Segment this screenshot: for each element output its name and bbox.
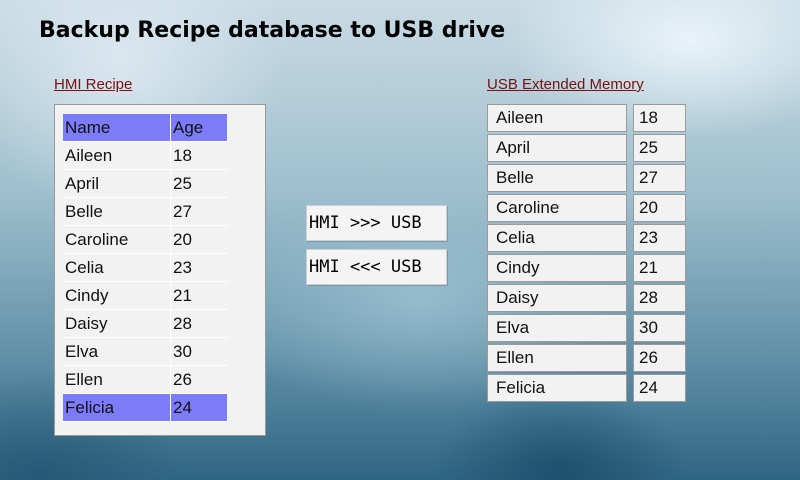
- cell-age: 28: [171, 310, 227, 338]
- usb-age-field[interactable]: 28: [633, 284, 686, 312]
- table-row[interactable]: April 25: [63, 170, 229, 198]
- usb-name-field[interactable]: Cindy: [487, 254, 627, 282]
- usb-extended-memory-link[interactable]: USB Extended Memory: [487, 76, 644, 93]
- table-row[interactable]: Daisy 28: [63, 310, 229, 338]
- cell-age: 18: [171, 142, 227, 170]
- cell-age: 24: [171, 394, 227, 422]
- usb-name-field[interactable]: April: [487, 134, 627, 162]
- usb-name-field[interactable]: Ellen: [487, 344, 627, 372]
- usb-age-field[interactable]: 26: [633, 344, 686, 372]
- usb-name-field[interactable]: Aileen: [487, 104, 627, 132]
- usb-name-field[interactable]: Elva: [487, 314, 627, 342]
- cell-age: 25: [171, 170, 227, 198]
- column-header-name[interactable]: Name: [63, 114, 171, 142]
- column-header-age[interactable]: Age: [171, 114, 227, 142]
- cell-name: Aileen: [63, 142, 171, 170]
- usb-name-field[interactable]: Felicia: [487, 374, 627, 402]
- cell-age: 20: [171, 226, 227, 254]
- table-row[interactable]: Caroline 20: [63, 226, 229, 254]
- table-row[interactable]: Belle 27: [63, 198, 229, 226]
- usb-age-field[interactable]: 18: [633, 104, 686, 132]
- usb-name-field[interactable]: Caroline: [487, 194, 627, 222]
- table-row[interactable]: Celia 23: [63, 254, 229, 282]
- usb-age-field[interactable]: 30: [633, 314, 686, 342]
- usb-name-field[interactable]: Celia: [487, 224, 627, 252]
- cell-name: Felicia: [63, 394, 171, 422]
- usb-age-field[interactable]: 27: [633, 164, 686, 192]
- cell-name: Celia: [63, 254, 171, 282]
- table-row[interactable]: Elva 30: [63, 338, 229, 366]
- cell-name: Daisy: [63, 310, 171, 338]
- hmi-recipe-table-panel: Name Age Aileen 18 April 25 Belle 27 Caroline 2…: [54, 104, 266, 436]
- copy-hmi-to-usb-button[interactable]: HMI >>> USB: [306, 205, 447, 241]
- table-row[interactable]: Ellen 26: [63, 366, 229, 394]
- hmi-recipe-table: Name Age Aileen 18 April 25 Belle 27 Caroline 2…: [63, 114, 229, 422]
- page-title: Backup Recipe database to USB drive: [39, 18, 506, 43]
- usb-name-field[interactable]: Belle: [487, 164, 627, 192]
- usb-name-field[interactable]: Daisy: [487, 284, 627, 312]
- hmi-recipe-link[interactable]: HMI Recipe: [54, 76, 132, 93]
- usb-age-field[interactable]: 21: [633, 254, 686, 282]
- table-header-row: Name Age: [63, 114, 229, 142]
- cell-age: 23: [171, 254, 227, 282]
- table-row[interactable]: Aileen 18: [63, 142, 229, 170]
- cell-age: 30: [171, 338, 227, 366]
- cell-name: Belle: [63, 198, 171, 226]
- cell-name: Cindy: [63, 282, 171, 310]
- cell-name: Elva: [63, 338, 171, 366]
- cell-age: 21: [171, 282, 227, 310]
- cell-name: Caroline: [63, 226, 171, 254]
- usb-age-field[interactable]: 24: [633, 374, 686, 402]
- cell-age: 26: [171, 366, 227, 394]
- usb-age-field[interactable]: 25: [633, 134, 686, 162]
- usb-age-field[interactable]: 20: [633, 194, 686, 222]
- cell-name: Ellen: [63, 366, 171, 394]
- cell-name: April: [63, 170, 171, 198]
- table-row[interactable]: Felicia 24: [63, 394, 229, 422]
- cell-age: 27: [171, 198, 227, 226]
- table-row[interactable]: Cindy 21: [63, 282, 229, 310]
- usb-age-field[interactable]: 23: [633, 224, 686, 252]
- copy-usb-to-hmi-button[interactable]: HMI <<< USB: [306, 249, 447, 285]
